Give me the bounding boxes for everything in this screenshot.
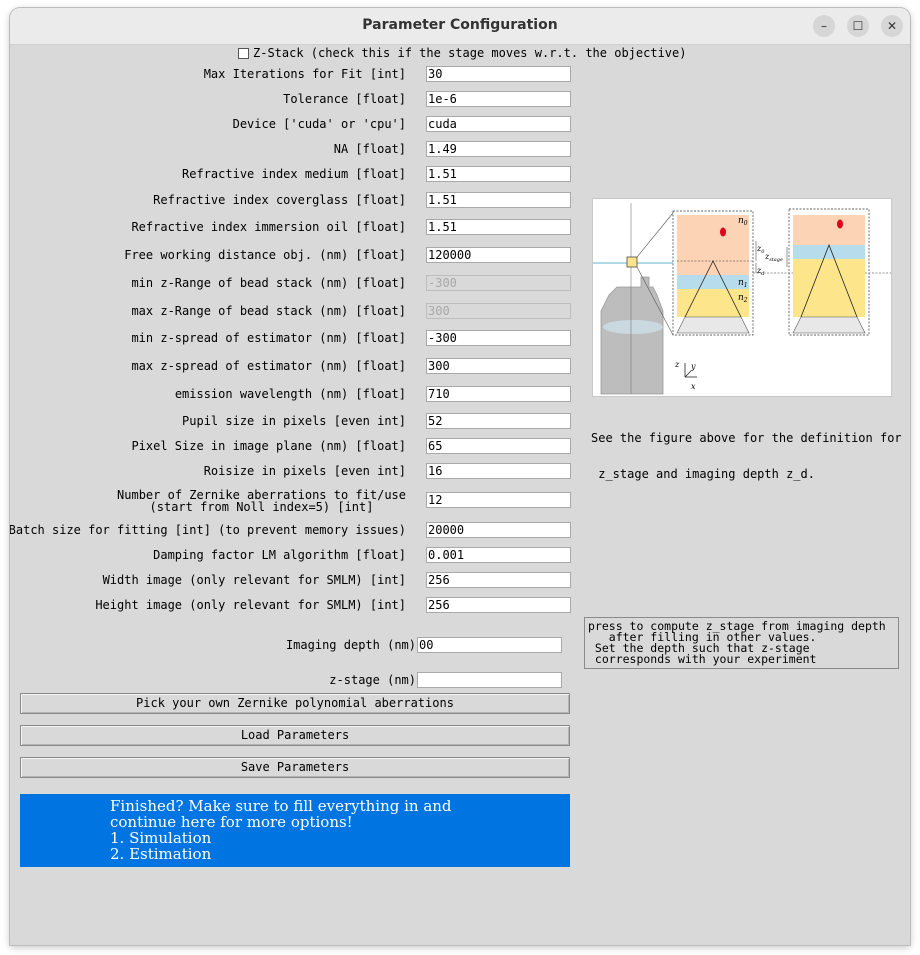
field-label-zernike-count: Number of Zernike aberrations to fit/use… <box>117 489 406 513</box>
roisize-input[interactable]: 16 <box>426 463 571 479</box>
field-label-max-z-range: max z-Range of bead stack (nm) [float] <box>131 304 406 318</box>
right-bead <box>837 219 843 229</box>
max-z-spread-input[interactable]: 300 <box>426 358 571 374</box>
objective-lens <box>603 320 663 334</box>
zstack-option[interactable]: Z-Stack (check this if the stage moves w… <box>238 46 686 60</box>
objective-shape <box>600 276 664 395</box>
working-distance-input[interactable]: 120000 <box>426 247 571 263</box>
axis-z-label: z <box>674 360 680 369</box>
finished-line4: 2. Estimation <box>110 845 212 863</box>
min-z-spread-input[interactable]: -300 <box>426 330 571 346</box>
finished-line2: continue here for more options! <box>110 813 353 831</box>
field-label-pixel-size: Pixel Size in image plane (nm) [float] <box>131 439 406 453</box>
axis-y-label: y <box>690 362 696 371</box>
axis-y-line <box>684 370 692 378</box>
field-label-damping-factor: Damping factor LM algorithm [float] <box>153 548 406 562</box>
z-stage-input[interactable] <box>417 672 562 688</box>
height-image-input[interactable]: 256 <box>426 597 571 613</box>
field-label-min-z-spread: min z-spread of estimator (nm) [float] <box>131 331 406 345</box>
refractive-index-medium-input[interactable]: 1.51 <box>426 166 571 182</box>
field-label-width-image: Width image (only relevant for SMLM) [in… <box>102 573 406 587</box>
field-label-refractive-index-medium: Refractive index medium [float] <box>182 167 406 181</box>
compute-button-line4: corresponds with your experiment <box>588 652 817 666</box>
na-input[interactable]: 1.49 <box>426 141 571 157</box>
geometry-figure: n0 n1 n2 z0 zd zstage z y x <box>592 198 892 397</box>
damping-factor-input[interactable]: 0.001 <box>426 547 571 563</box>
geometry-diagram: n0 n1 n2 z0 zd zstage z y x <box>593 199 891 396</box>
imaging-depth-label: Imaging depth (nm) <box>285 638 416 652</box>
figure-caption-line2: z_stage and imaging depth z_d. <box>591 467 815 481</box>
z-stage-label: z-stage (nm) <box>329 673 416 687</box>
load-parameters-button[interactable]: Load Parameters <box>20 725 570 746</box>
field-label-height-image: Height image (only relevant for SMLM) [i… <box>95 598 406 612</box>
figure-caption: See the figure above for the definition … <box>591 408 902 504</box>
zoom-box <box>626 256 638 268</box>
left-bead <box>720 227 726 237</box>
form-content: Z-Stack (check this if the stage moves w… <box>10 8 910 945</box>
right-objective-lens <box>792 316 866 334</box>
imaging-depth-input[interactable]: 00 <box>417 637 562 653</box>
field-label-min-z-range: min z-Range of bead stack (nm) [float] <box>131 276 406 290</box>
batch-size-input[interactable]: 20000 <box>426 522 571 538</box>
zernike-count-input[interactable]: 12 <box>426 492 571 508</box>
field-label-tolerance: Tolerance [float] <box>283 92 406 106</box>
zernike-aberrations-button[interactable]: Pick your own Zernike polynomial aberrat… <box>20 693 570 714</box>
field-label-refractive-index-oil: Refractive index immersion oil [float] <box>131 220 406 234</box>
max-z-range-input: 300 <box>426 303 571 319</box>
compute-z-stage-button[interactable]: press to compute z_stage from imaging de… <box>584 617 899 669</box>
finished-line1: Finished? Make sure to fill everything i… <box>110 797 452 815</box>
app-window: Parameter Configuration – ☐ ✕ Z-Stack (c… <box>10 8 910 945</box>
right-oil-layer <box>793 259 865 317</box>
left-objective-lens <box>676 316 750 334</box>
figure-caption-line1: See the figure above for the definition … <box>591 431 902 445</box>
right-coverglass-layer <box>793 245 865 259</box>
field-label-max-iterations: Max Iterations for Fit [int] <box>203 67 406 81</box>
tolerance-input[interactable]: 1e-6 <box>426 91 571 107</box>
max-iterations-input[interactable]: 30 <box>426 66 571 82</box>
axis-x-label: x <box>691 382 696 391</box>
label-z0: z0 <box>756 244 765 255</box>
field-label-batch-size: Batch size for fitting [int] (to prevent… <box>10 523 406 537</box>
field-label-roisize: Roisize in pixels [even int] <box>203 464 406 478</box>
right-medium-layer <box>793 215 865 245</box>
save-parameters-button[interactable]: Save Parameters <box>20 757 570 778</box>
field-label-refractive-index-coverglass: Refractive index coverglass [float] <box>153 193 406 207</box>
label-zd: zd <box>756 266 764 277</box>
field-label-device: Device ['cuda' or 'cpu'] <box>232 117 406 131</box>
device-input[interactable]: cuda <box>426 116 571 132</box>
min-z-range-input: -300 <box>426 275 571 291</box>
field-label-working-distance: Free working distance obj. (nm) [float] <box>124 248 406 262</box>
field-label-max-z-spread: max z-spread of estimator (nm) [float] <box>131 359 406 373</box>
finished-continue-button[interactable]: Finished? Make sure to fill everything i… <box>20 794 570 867</box>
refractive-index-coverglass-input[interactable]: 1.51 <box>426 192 571 208</box>
emission-wavelength-input[interactable]: 710 <box>426 386 571 402</box>
zstack-label: Z-Stack (check this if the stage moves w… <box>253 46 687 60</box>
field-label-emission-wavelength: emission wavelength (nm) [float] <box>174 387 406 401</box>
finished-line3: 1. Simulation <box>110 829 212 847</box>
field-label-pupil-size: Pupil size in pixels [even int] <box>182 414 406 428</box>
zernike-count-label-line2: (start from Noll index=5) [int] <box>149 500 374 514</box>
pupil-size-input[interactable]: 52 <box>426 413 571 429</box>
label-zstage: zstage <box>764 252 783 263</box>
width-image-input[interactable]: 256 <box>426 572 571 588</box>
zstack-checkbox[interactable] <box>238 47 249 59</box>
refractive-index-oil-input[interactable]: 1.51 <box>426 219 571 235</box>
pixel-size-input[interactable]: 65 <box>426 438 571 454</box>
field-label-na: NA [float] <box>333 142 406 156</box>
